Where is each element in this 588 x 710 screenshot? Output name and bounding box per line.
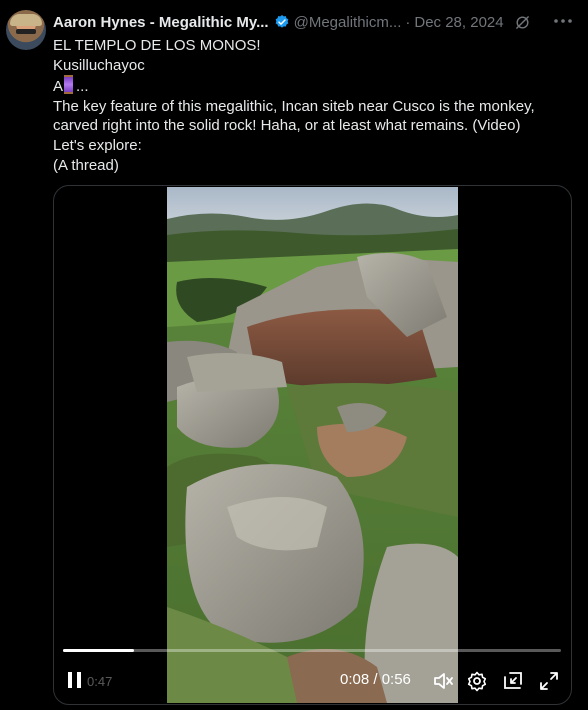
thread-marker-ellipsis: ... xyxy=(76,78,89,96)
grok-icon[interactable] xyxy=(514,14,531,31)
video-player[interactable]: 0:47 0:08 / 0:56 xyxy=(53,185,572,705)
tweet-line-thread: (A thread) xyxy=(53,156,119,174)
pip-icon[interactable] xyxy=(502,670,524,692)
author-handle[interactable]: @Megalithicm... xyxy=(294,14,402,31)
video-still xyxy=(167,187,458,703)
tweet-line-description: The key feature of this megalithic, Inca… xyxy=(53,97,535,135)
author-avatar[interactable] xyxy=(6,10,46,50)
tweet-date[interactable]: Dec 28, 2024 xyxy=(414,14,503,31)
mute-icon[interactable] xyxy=(432,670,454,692)
verified-badge-icon[interactable] xyxy=(274,14,290,30)
avatar-hat xyxy=(10,14,42,26)
fullscreen-icon[interactable] xyxy=(538,670,560,692)
pause-icon[interactable] xyxy=(65,670,85,690)
tweet-line-site: Kusilluchayoc xyxy=(53,56,145,74)
tweet-header: Aaron Hynes - Megalithic My... @Megalith… xyxy=(53,11,531,33)
tweet-line-explore: Let's explore: xyxy=(53,136,142,154)
more-icon[interactable] xyxy=(552,12,574,30)
faded-elapsed-time: 0:47 xyxy=(87,674,113,689)
video-time: 0:08 / 0:56 xyxy=(340,671,411,688)
separator-dot: · xyxy=(405,13,411,31)
tweet-line-thread-marker: A... xyxy=(53,75,578,97)
thread-marker-prefix: A xyxy=(53,78,64,96)
tweet-text: EL TEMPLO DE LOS MONOS! Kusilluchayoc A.… xyxy=(53,36,578,175)
video-progress-fill xyxy=(63,649,135,652)
settings-icon[interactable] xyxy=(466,670,488,692)
tweet-line-title: EL TEMPLO DE LOS MONOS! xyxy=(53,37,261,54)
spool-of-thread-emoji xyxy=(64,75,74,95)
video-frame[interactable] xyxy=(167,187,458,703)
video-progress-bar[interactable] xyxy=(63,649,561,652)
avatar-glasses xyxy=(16,29,36,34)
author-name[interactable]: Aaron Hynes - Megalithic My... xyxy=(53,14,269,31)
